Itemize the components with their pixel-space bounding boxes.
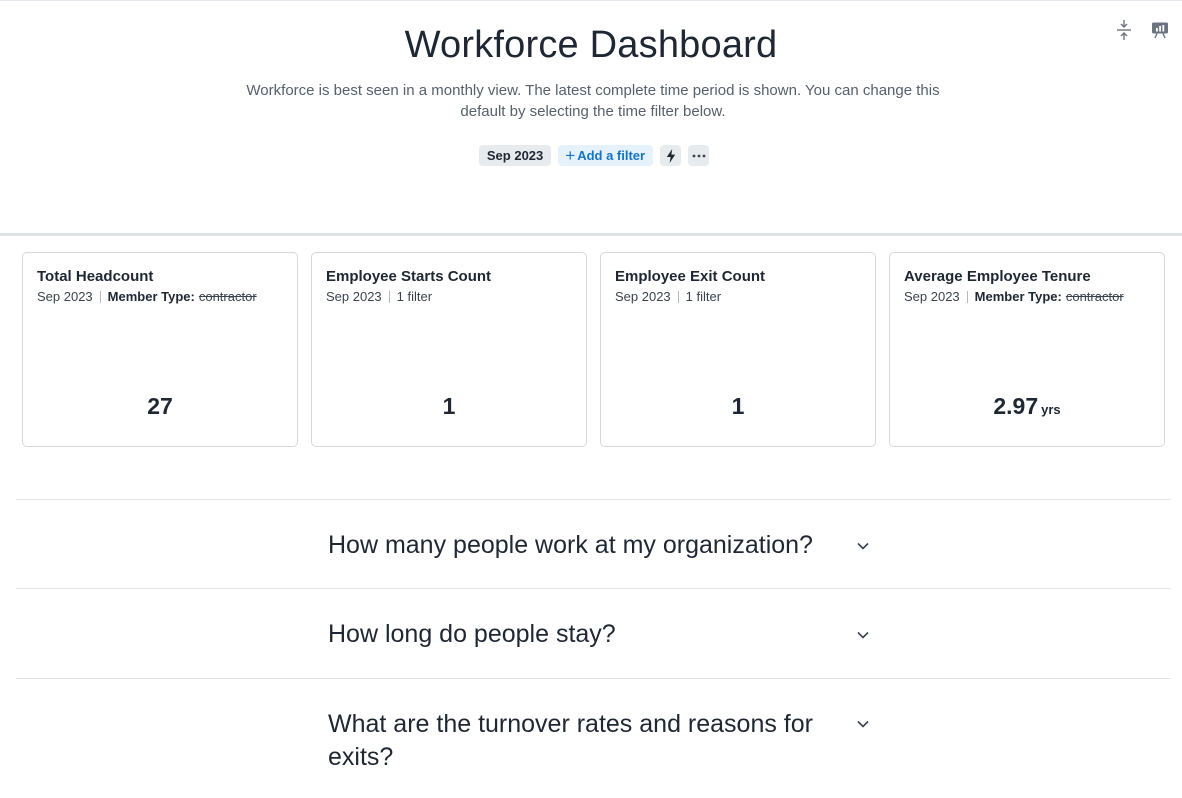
card-title: Employee Exit Count: [615, 268, 766, 285]
section-question: How many people work at my organization?: [328, 531, 813, 559]
more-options-button[interactable]: [688, 145, 710, 166]
card-value-unit: yrs: [1041, 402, 1061, 417]
card-value: 1: [601, 393, 875, 420]
lightning-icon: [666, 148, 675, 163]
card-title: Employee Starts Count: [326, 268, 492, 285]
card-meta: Sep 2023 Member Type: contractor: [37, 289, 283, 304]
filter-bar: Sep 2023 + Add a filter: [0, 145, 1182, 166]
chevron-down-icon[interactable]: [856, 539, 870, 553]
meta-divider: [966, 290, 968, 303]
card-meta: Sep 2023 1 filter: [615, 289, 861, 304]
dashboard-header: Workforce Dashboard Workforce is best se…: [0, 0, 1182, 236]
metric-card-employee-starts[interactable]: Employee Starts Count Sep 2023 1 filter …: [311, 252, 587, 447]
card-period: Sep 2023: [904, 289, 960, 304]
card-value-number: 1: [731, 393, 745, 419]
card-value-number: 27: [147, 393, 173, 419]
page-subtitle: Workforce is best seen in a monthly view…: [246, 82, 940, 120]
card-value: 1: [312, 393, 586, 420]
card-value-number: 2.97: [993, 393, 1039, 419]
more-horizontal-icon: [692, 154, 706, 157]
chevron-down-icon[interactable]: [856, 628, 870, 642]
section-headcount[interactable]: How many people work at my organization?: [16, 499, 1171, 588]
add-filter-button[interactable]: + Add a filter: [558, 145, 654, 166]
meta-divider: [99, 290, 101, 303]
card-period: Sep 2023: [37, 289, 93, 304]
metric-card-employee-exits[interactable]: Employee Exit Count Sep 2023 1 filter 1: [600, 252, 876, 447]
presentation-button[interactable]: [1149, 18, 1171, 42]
metric-card-average-tenure[interactable]: Average Employee Tenure Sep 2023 Member …: [889, 252, 1165, 447]
card-value-number: 1: [442, 393, 456, 419]
card-period: Sep 2023: [326, 289, 382, 304]
card-filter-key: Member Type:: [974, 289, 1062, 304]
plus-icon: +: [565, 146, 576, 165]
section-question: How long do people stay?: [328, 620, 616, 648]
meta-divider: [677, 290, 679, 303]
section-question: What are the turnover rates and reasons …: [328, 710, 813, 771]
expand-collapse-icon: [1117, 20, 1131, 40]
date-filter-chip[interactable]: Sep 2023: [478, 145, 552, 166]
card-meta: Sep 2023 Member Type: contractor: [904, 289, 1150, 304]
lightning-button[interactable]: [660, 145, 682, 166]
section-turnover[interactable]: What are the turnover rates and reasons …: [16, 678, 1171, 798]
presentation-chart-icon: [1152, 22, 1168, 39]
card-filter-count: 1 filter: [396, 289, 433, 304]
card-meta: Sep 2023 1 filter: [326, 289, 572, 304]
section-tenure[interactable]: How long do people stay?: [16, 588, 1171, 678]
card-filter-count: 1 filter: [685, 289, 722, 304]
card-value: 2.97 yrs: [890, 393, 1164, 420]
page-title: Workforce Dashboard: [404, 24, 778, 66]
metric-cards: Total Headcount Sep 2023 Member Type: co…: [22, 252, 1165, 447]
meta-divider: [388, 290, 390, 303]
card-title: Average Employee Tenure: [904, 268, 1091, 285]
expand-collapse-button[interactable]: [1113, 18, 1135, 42]
card-filter-value: contractor: [198, 289, 257, 304]
card-filter-value: contractor: [1065, 289, 1124, 304]
card-period: Sep 2023: [615, 289, 671, 304]
card-value: 27: [23, 393, 297, 420]
metric-card-total-headcount[interactable]: Total Headcount Sep 2023 Member Type: co…: [22, 252, 298, 447]
card-title: Total Headcount: [37, 268, 154, 285]
chevron-down-icon[interactable]: [856, 717, 870, 731]
card-filter-key: Member Type:: [107, 289, 195, 304]
add-filter-label: Add a filter: [577, 148, 646, 163]
